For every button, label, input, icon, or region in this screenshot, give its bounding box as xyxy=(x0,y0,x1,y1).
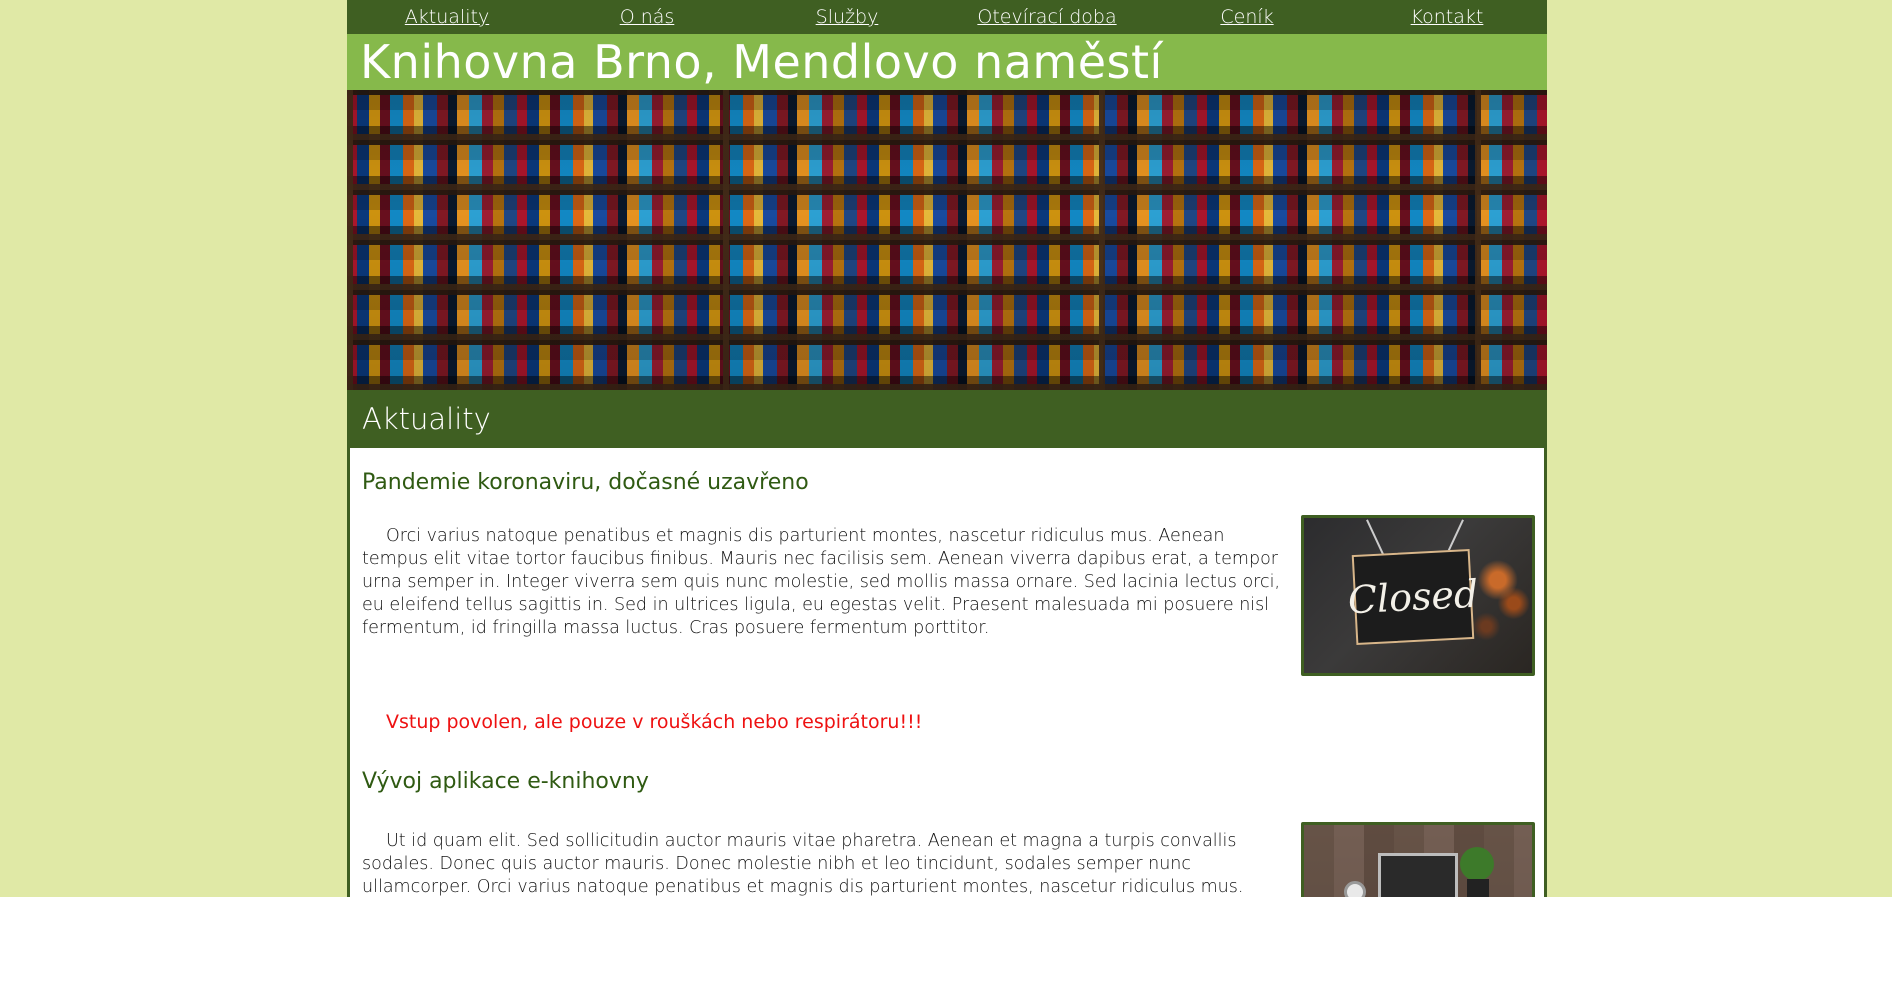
news-article: Vývoj aplikace e-knihovny Ut id quam eli… xyxy=(362,733,1535,897)
nav-link-o-nas[interactable]: O nás xyxy=(547,6,747,28)
article-text: Orci varius natoque penatibus et magnis … xyxy=(362,526,1281,638)
article-text: Ut id quam elit. Sed sollicitudin auctor… xyxy=(362,831,1244,897)
viewport: Aktuality O nás Služby Otevírací doba Ce… xyxy=(0,0,1892,897)
article-body: Ut id quam elit. Sed sollicitudin auctor… xyxy=(362,822,1535,897)
nav-link-aktuality[interactable]: Aktuality xyxy=(347,6,547,28)
laptop-desk-image xyxy=(1301,822,1535,897)
laptop-shape xyxy=(1378,853,1458,897)
news-article: Pandemie koronaviru, dočasné uzavřeno Or… xyxy=(362,448,1535,733)
site-title: Knihovna Brno, Mendlovo naměstí xyxy=(347,34,1547,90)
mask-notice: Vstup povolen, ale pouze v rouškách nebo… xyxy=(386,711,923,733)
nav-link-sluzby[interactable]: Služby xyxy=(747,6,947,28)
nav-link-oteviraci-doba[interactable]: Otevírací doba xyxy=(947,6,1147,28)
closed-sign-image: Closed xyxy=(1301,515,1535,676)
coffee-cup-shape xyxy=(1344,881,1366,897)
nav-link-cenik[interactable]: Ceník xyxy=(1147,6,1347,28)
section-title: Aktuality xyxy=(347,390,1547,448)
bookshelf-banner-image xyxy=(347,90,1547,390)
sign-string xyxy=(1366,519,1384,555)
page-container: Aktuality O nás Služby Otevírací doba Ce… xyxy=(347,0,1547,897)
top-nav: Aktuality O nás Služby Otevírací doba Ce… xyxy=(347,0,1547,34)
article-title: Pandemie koronaviru, dočasné uzavřeno xyxy=(362,470,809,495)
article-body: Orci varius natoque penatibus et magnis … xyxy=(362,515,1535,676)
banner-shade xyxy=(347,90,1547,390)
closed-sign: Closed xyxy=(1347,548,1479,646)
news-content: Pandemie koronaviru, dočasné uzavřeno Or… xyxy=(347,448,1547,897)
pot-shape xyxy=(1467,879,1489,897)
nav-link-kontakt[interactable]: Kontakt xyxy=(1347,6,1547,28)
plant-shape xyxy=(1460,847,1494,881)
article-title: Vývoj aplikace e-knihovny xyxy=(362,769,649,794)
